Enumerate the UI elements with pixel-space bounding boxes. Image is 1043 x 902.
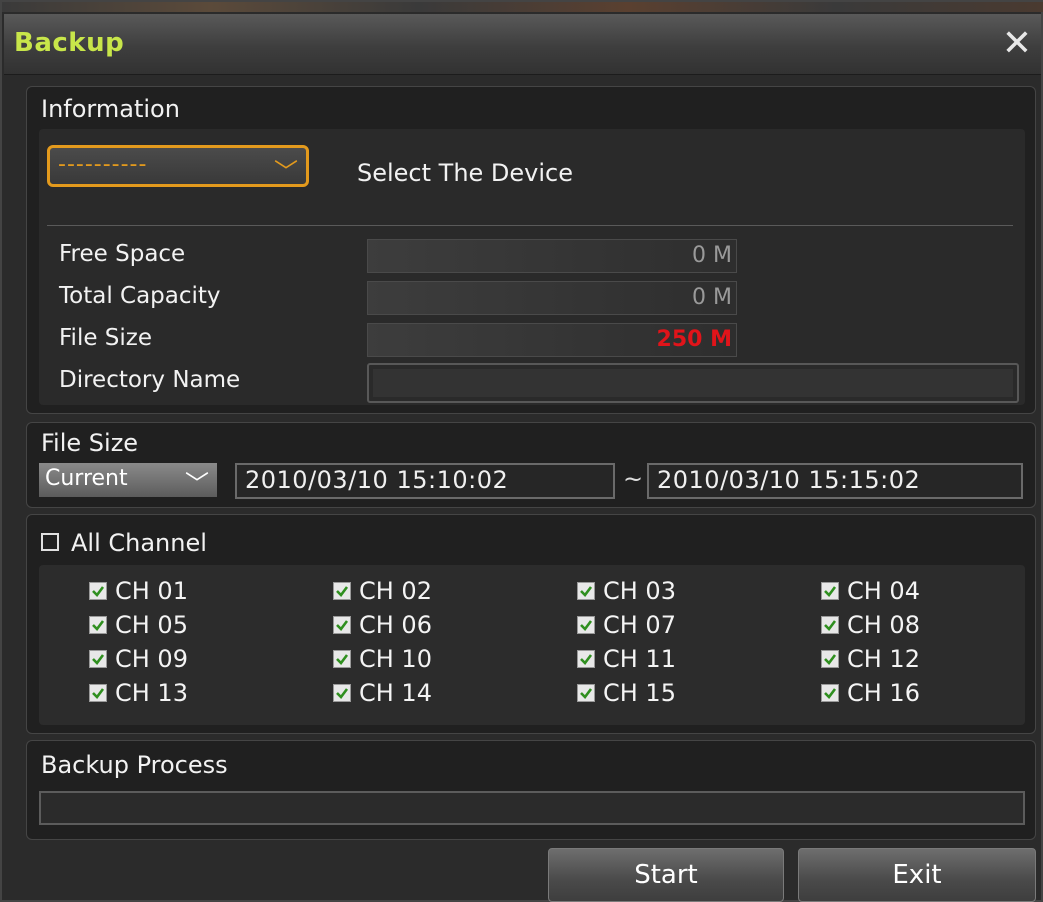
checkbox-checked-icon	[821, 684, 839, 702]
channel-label: CH 03	[603, 577, 676, 605]
checkbox-checked-icon	[333, 582, 351, 600]
channel-label: CH 06	[359, 611, 432, 639]
information-panel: Information ---------- ﹀ Select The Devi…	[26, 86, 1036, 414]
file-size-label: File Size	[59, 325, 153, 351]
channel-label: CH 16	[847, 679, 920, 707]
file-size-section-title: File Size	[41, 429, 139, 457]
directory-name-value	[373, 369, 1013, 397]
device-dropdown[interactable]: ---------- ﹀	[47, 145, 309, 187]
total-capacity-value: 0 M	[367, 281, 737, 315]
backup-process-panel: Backup Process	[26, 740, 1036, 840]
checkbox-checked-icon	[333, 684, 351, 702]
start-datetime-field[interactable]: 2010/03/10 15:10:02	[235, 463, 615, 499]
checkbox-checked-icon	[89, 582, 107, 600]
all-channel-label: All Channel	[71, 529, 207, 557]
channel-label: CH 07	[603, 611, 676, 639]
backup-progress-bar	[39, 791, 1025, 825]
channel-label: CH 01	[115, 577, 188, 605]
date-range-separator: ~	[623, 465, 644, 493]
title-bar: Backup ✕	[4, 14, 1041, 75]
directory-name-input[interactable]	[367, 363, 1019, 403]
channel-label: CH 14	[359, 679, 432, 707]
channel-panel: All Channel CH 01 CH 02 CH 03 CH 04 CH 05 CH …	[26, 514, 1036, 734]
checkbox-checked-icon	[821, 650, 839, 668]
channel-label: CH 09	[115, 645, 188, 673]
checkbox-checked-icon	[577, 582, 595, 600]
checkbox-checked-icon	[89, 684, 107, 702]
channel-label: CH 02	[359, 577, 432, 605]
select-device-label: Select The Device	[357, 159, 574, 187]
chevron-down-icon: ﹀	[274, 158, 298, 186]
checkbox-checked-icon	[821, 616, 839, 634]
end-datetime-field[interactable]: 2010/03/10 15:15:02	[647, 463, 1023, 499]
window-title: Backup	[14, 28, 125, 58]
start-button[interactable]: Start	[548, 848, 784, 902]
checkbox-checked-icon	[333, 616, 351, 634]
file-size-range-panel: File Size Current ﹀ 2010/03/10 15:10:02 …	[26, 422, 1036, 508]
exit-button[interactable]: Exit	[798, 848, 1036, 902]
divider	[47, 225, 1013, 226]
total-capacity-label: Total Capacity	[59, 283, 221, 309]
channel-label: CH 13	[115, 679, 188, 707]
close-icon[interactable]: ✕	[997, 24, 1037, 64]
checkbox-checked-icon	[577, 650, 595, 668]
channel-label: CH 05	[115, 611, 188, 639]
backup-dialog: Backup ✕ Information ---------- ﹀ Select…	[0, 0, 1043, 902]
channel-grid: CH 01 CH 02 CH 03 CH 04 CH 05 CH 06 CH 07 CH 08…	[39, 565, 1025, 725]
channel-label: CH 11	[603, 645, 676, 673]
checkbox-checked-icon	[89, 650, 107, 668]
free-space-value: 0 M	[367, 239, 737, 273]
free-space-label: Free Space	[59, 241, 186, 267]
device-dropdown-value: ----------	[58, 152, 148, 177]
channel-label: CH 08	[847, 611, 920, 639]
checkbox-checked-icon	[89, 616, 107, 634]
file-size-value: 250 M	[367, 323, 737, 357]
channel-label: CH 10	[359, 645, 432, 673]
checkbox-checked-icon	[577, 616, 595, 634]
channel-label: CH 15	[603, 679, 676, 707]
range-dropdown-value: Current	[45, 466, 128, 491]
channel-label: CH 12	[847, 645, 920, 673]
top-background-strip	[2, 2, 1043, 12]
checkbox-unchecked-icon	[41, 533, 59, 551]
checkbox-checked-icon	[333, 650, 351, 668]
channel-label: CH 04	[847, 577, 920, 605]
range-dropdown[interactable]: Current ﹀	[39, 463, 217, 498]
information-title: Information	[41, 95, 180, 123]
chevron-down-icon: ﹀	[185, 470, 209, 498]
backup-process-title: Backup Process	[41, 751, 228, 779]
directory-name-label: Directory Name	[59, 367, 241, 393]
checkbox-checked-icon	[821, 582, 839, 600]
checkbox-checked-icon	[577, 684, 595, 702]
